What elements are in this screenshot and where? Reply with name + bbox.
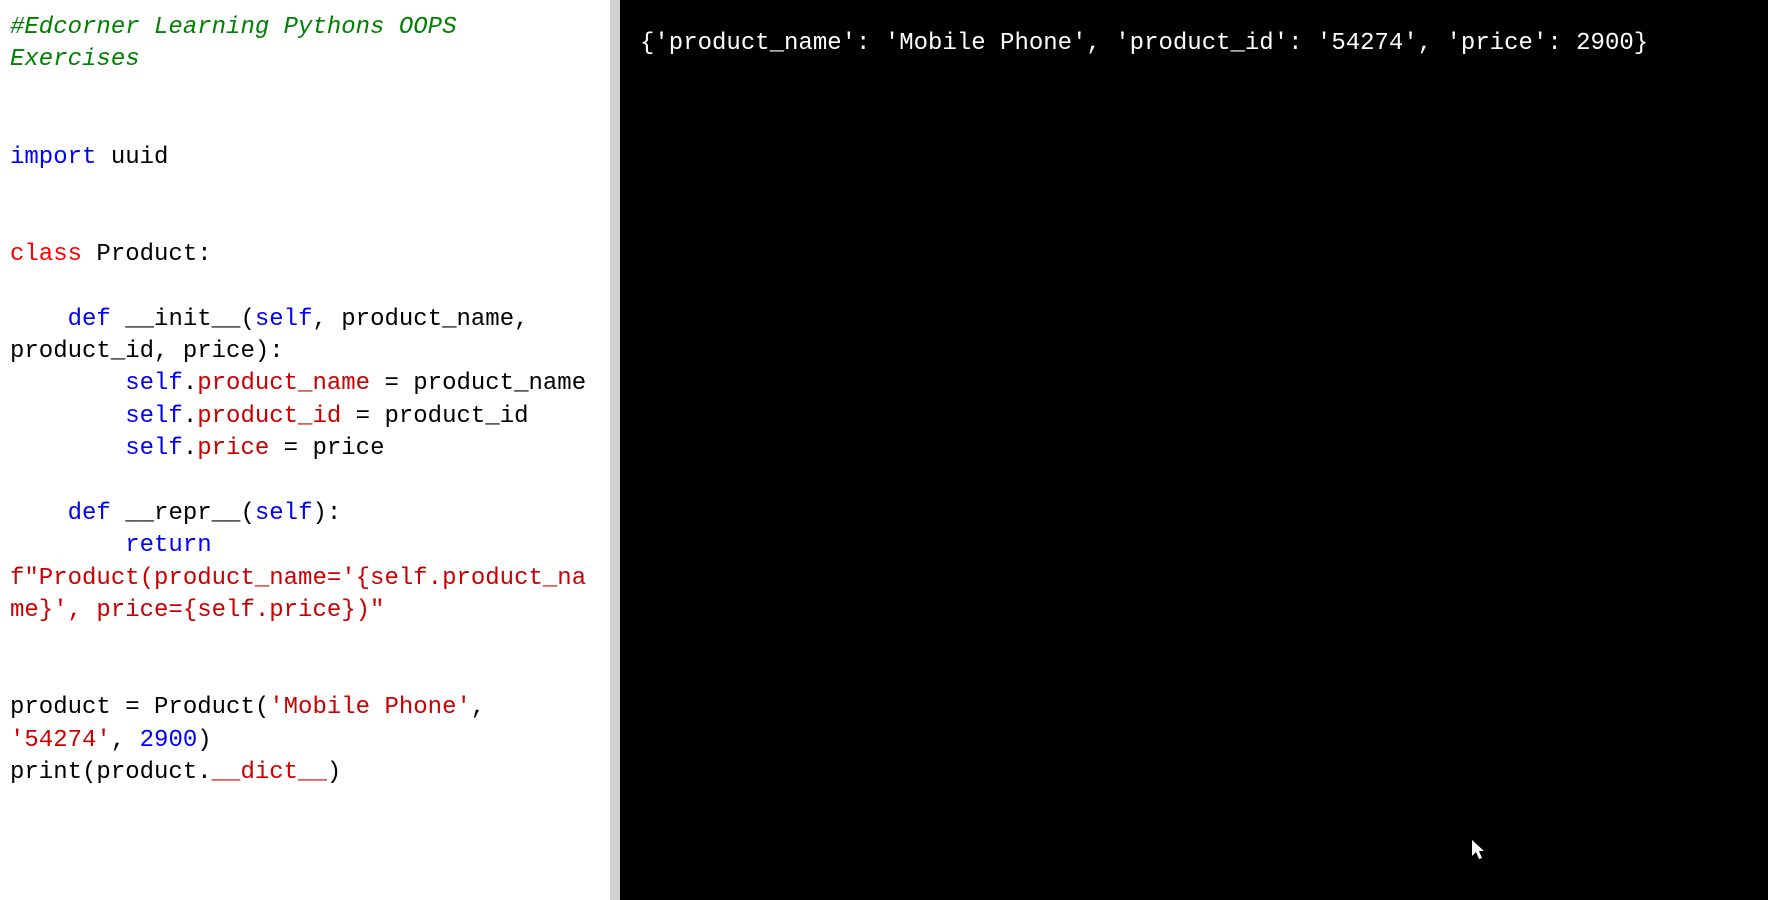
- code-line-print: print(product.__dict__): [10, 757, 600, 789]
- code-line-class: class Product:: [10, 239, 600, 271]
- code-line-instantiate: product = Product('Mobile Phone', '54274…: [10, 692, 600, 757]
- code-editor-pane[interactable]: #Edcorner Learning Pythons OOPS Exercise…: [0, 0, 620, 900]
- mouse-cursor-icon: [1472, 840, 1488, 860]
- output-line: {'product_name': 'Mobile Phone', 'produc…: [640, 30, 1748, 57]
- code-line-import: import uuid: [10, 142, 600, 174]
- code-line-assign: self.product_id = product_id: [10, 401, 600, 433]
- code-line-blank: [10, 465, 600, 497]
- code-line-blank: [10, 206, 600, 238]
- code-line-assign: self.price = price: [10, 433, 600, 465]
- code-line-init: def __init__(self, product_name, product…: [10, 304, 600, 369]
- code-line-blank: [10, 271, 600, 303]
- code-line-blank: [10, 109, 600, 141]
- code-line-return: return f"Product(product_name='{self.pro…: [10, 530, 600, 627]
- code-line-assign: self.product_name = product_name: [10, 368, 600, 400]
- code-line-blank: [10, 174, 600, 206]
- comment-text: #Edcorner Learning Pythons OOPS Exercise…: [10, 14, 471, 73]
- code-line-blank: [10, 77, 600, 109]
- code-line-blank: [10, 660, 600, 692]
- code-line-blank: [10, 627, 600, 659]
- code-line-repr: def __repr__(self):: [10, 498, 600, 530]
- output-pane: {'product_name': 'Mobile Phone', 'produc…: [620, 0, 1768, 900]
- code-line-comment: #Edcorner Learning Pythons OOPS Exercise…: [10, 12, 600, 77]
- fstring: f"Product(product_name='{self.product_na…: [10, 565, 586, 624]
